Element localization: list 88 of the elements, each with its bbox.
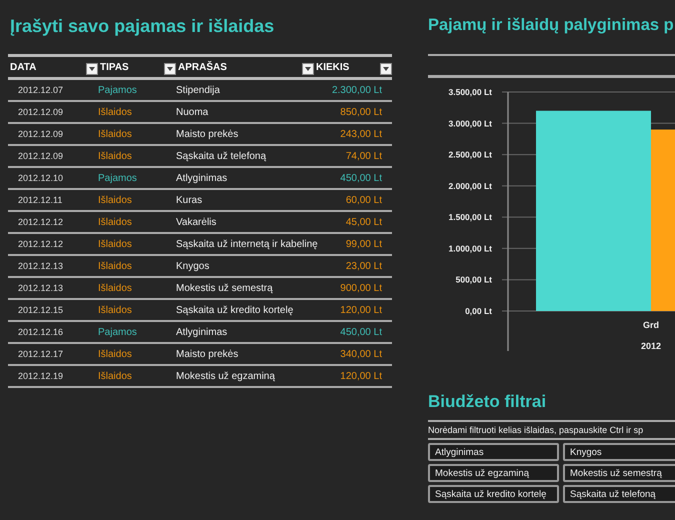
table-cell: Išlaidos: [98, 348, 132, 360]
table-cell: Išlaidos: [98, 150, 132, 162]
table-cell: Nuoma: [176, 106, 208, 118]
table-cell: Mokestis už semestrą: [176, 282, 273, 294]
filter-dropdown[interactable]: [86, 63, 98, 75]
filter-item[interactable]: Sąskaita už telefoną: [563, 485, 675, 503]
table-cell: 74,00 Lt: [346, 150, 382, 162]
table-cell: 2012.12.09: [18, 151, 64, 161]
table-cell: Sąskaita už kredito kortelę: [176, 304, 294, 316]
column-header: KIEKIS: [316, 62, 350, 72]
table-cell: Atlyginimas: [176, 172, 228, 184]
table-cell: Išlaidos: [98, 370, 132, 382]
table-cell: 2012.12.12: [18, 239, 64, 249]
section-title: Biudžeto filtrai: [428, 392, 548, 412]
table-cell: Kuras: [176, 194, 202, 206]
table-cell: Sąskaita už internetą ir kabelinę: [176, 238, 318, 250]
column-header: APRAŠAS: [178, 62, 227, 72]
filter-item[interactable]: Sąskaita už kredito kortelę: [428, 485, 559, 503]
table-cell: Mokestis už egzaminą: [176, 370, 275, 382]
column-header: TIPAS: [100, 62, 129, 72]
group-label: 2012: [640, 341, 662, 351]
section-title: Įrašyti savo pajamas ir išlaidas: [10, 16, 276, 38]
table-cell: Išlaidos: [98, 216, 132, 228]
table-cell: 450,00 Lt: [340, 326, 382, 338]
table-cell: Pajamos: [98, 84, 137, 96]
axis-label: 500,00 Lt: [456, 274, 492, 285]
table-cell: 850,00 Lt: [340, 106, 382, 118]
filter-item[interactable]: Mokestis už egzaminą: [428, 464, 559, 482]
axis-label: 1.000,00 Lt: [448, 243, 492, 254]
table-cell: Maisto prekės: [176, 348, 238, 360]
table-cell: 2012.12.13: [18, 261, 64, 271]
axis-label: 2.500,00 Lt: [448, 150, 492, 160]
hint-text: Norėdami filtruoti kelias išlaidas, paspauskite Ctrl ir sp: [428, 420, 675, 440]
table-cell: 450,00 Lt: [340, 172, 382, 184]
table-cell: 340,00 Lt: [340, 348, 382, 360]
axis-label: 0,00 Lt: [465, 306, 492, 316]
table-cell: 2012.12.09: [18, 129, 64, 139]
table-cell: 2012.12.16: [18, 327, 64, 337]
filter-dropdown[interactable]: [164, 63, 176, 75]
table-cell: Išlaidos: [98, 304, 132, 316]
table-cell: 2012.12.13: [18, 283, 64, 293]
table-cell: Išlaidos: [98, 128, 132, 140]
table-cell: Išlaidos: [98, 106, 132, 118]
table-cell: 23,00 Lt: [346, 260, 382, 272]
filter-item[interactable]: Mokestis už semestrą: [563, 464, 675, 482]
caret-icon: [89, 67, 95, 71]
table-cell: Atlyginimas: [176, 326, 228, 338]
table-cell: 120,00 Lt: [340, 370, 382, 382]
table-cell: Išlaidos: [98, 260, 132, 272]
table-cell: 2012.12.09: [18, 107, 64, 117]
table-cell: 243,00 Lt: [340, 128, 382, 140]
table-cell: Stipendija: [176, 84, 220, 96]
table-cell: Maisto prekės: [176, 128, 238, 140]
axis-label: 2.000,00 Lt: [448, 180, 492, 191]
filter-dropdown[interactable]: [302, 63, 314, 75]
caret-icon: [305, 67, 311, 71]
table-cell: 2012.12.10: [18, 173, 64, 183]
table-cell: 2012.12.12: [18, 217, 64, 227]
table-cell: 45,00 Lt: [346, 216, 382, 228]
table-cell: 2012.12.15: [18, 305, 64, 315]
filter-item[interactable]: Atlyginimas: [428, 443, 559, 461]
table-cell: 2.300,00 Lt: [332, 84, 382, 96]
table-cell: Knygos: [176, 260, 210, 272]
table-cell: 2012.12.19: [18, 371, 64, 381]
category-label: Grd: [643, 320, 659, 330]
column-header: DATA: [10, 62, 36, 72]
table-cell: Išlaidos: [98, 194, 132, 206]
axis-label: 3.500,00 Lt: [448, 87, 492, 97]
table-cell: Sąskaita už telefoną: [176, 150, 266, 162]
table-cell: Pajamos: [98, 326, 137, 338]
table-cell: 2012.12.17: [18, 349, 64, 359]
axis-label: 1.500,00 Lt: [448, 212, 492, 222]
filter-dropdown[interactable]: [380, 63, 392, 75]
table-cell: 99,00 Lt: [346, 238, 382, 250]
caret-icon: [167, 67, 173, 71]
section-title: Pajamų ir išlaidų palyginimas p: [428, 16, 675, 36]
caret-icon: [383, 67, 389, 71]
table-cell: Pajamos: [98, 172, 137, 184]
table-cell: Išlaidos: [98, 238, 132, 250]
table-cell: 900,00 Lt: [340, 282, 382, 294]
axis-label: 3.000,00 Lt: [448, 118, 492, 128]
table-cell: 120,00 Lt: [340, 304, 382, 316]
table-cell: 60,00 Lt: [346, 194, 382, 206]
table-cell: 2012.12.11: [18, 195, 62, 205]
filter-item[interactable]: Knygos: [563, 443, 675, 461]
table-cell: 2012.12.07: [18, 85, 64, 95]
table-cell: Vakarėlis: [176, 216, 216, 228]
table-cell: Išlaidos: [98, 282, 132, 294]
